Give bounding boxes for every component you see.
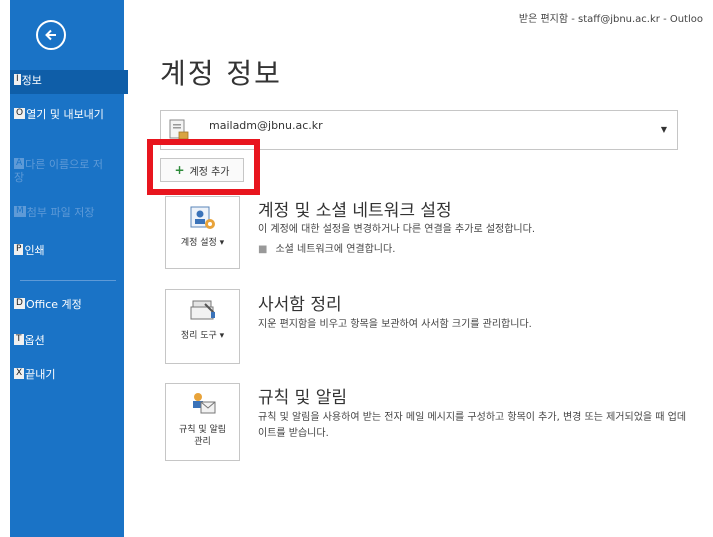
sidebar-item-label: 끝내기 [25,368,56,381]
sidebar-item-label: 첨부 파일 저장 [26,206,95,219]
sidebar-item-office-account[interactable]: D Office 계정 [14,298,110,311]
sidebar-divider [20,280,116,281]
window-title: 받은 편지함 - staff@jbnu.ac.kr - Outloo [518,14,703,25]
rules-alerts-icon [193,393,216,414]
bullet-item: ■ 소셜 네트워크에 연결합니다. [258,240,395,255]
account-icon [169,119,189,140]
sidebar-item-print[interactable]: P 인쇄 [14,244,110,257]
sidebar-item-save-as: A 다른 이름으로 저장 [14,158,110,184]
add-account-button[interactable]: + 계정 추가 [160,158,244,182]
account-settings-icon [190,206,215,229]
access-key: X [14,368,25,379]
access-key: M [14,206,26,217]
access-key: P [14,244,24,255]
section-title: 사서함 정리 [258,295,342,315]
account-settings-tile[interactable]: 계정 설정 ▾ [165,196,240,269]
cleanup-tools-tile[interactable]: 정리 도구 ▾ [165,289,240,364]
account-email: mailadm@jbnu.ac.kr [209,119,323,132]
access-key: D [14,298,25,309]
back-button[interactable] [36,20,66,50]
access-key: T [14,334,24,345]
page-title: 계정 정보 [160,57,282,90]
plus-icon: + [174,163,185,177]
chevron-down-icon: ▼ [660,125,667,134]
sidebar-item-open-export[interactable]: O 열기 및 내보내기 [14,108,110,121]
section-title: 규칙 및 알림 [258,388,348,408]
access-key: O [14,108,26,119]
bullet-link[interactable]: 소셜 네트워크에 연결합니다. [275,244,395,255]
sidebar-item-label: 옵션 [24,334,45,347]
back-arrow-icon [45,29,56,41]
sidebar-item-save-attachments: M 첨부 파일 저장 [14,206,110,219]
sidebar-item-exit[interactable]: X 끝내기 [14,368,110,381]
add-account-label: 계정 추가 [189,166,230,178]
tile-label: 정리 도구 ▾ [180,331,225,341]
bullet-icon: ■ [258,244,268,255]
sidebar-item-options[interactable]: T 옵션 [14,334,110,347]
section-description: 이 계정에 대한 설정을 변경하거나 다른 연결을 추가로 설정합니다. [258,224,536,235]
sidebar-item-label: 인쇄 [24,244,45,257]
sidebar-item-label: 열기 및 내보내기 [26,108,104,121]
sidebar-item-info[interactable]: I 정보 [10,70,128,94]
access-key: I [14,74,21,85]
tile-label: 규칙 및 알림 관리 [178,425,227,447]
access-key: A [14,158,25,169]
sidebar-item-label: Office 계정 [25,298,82,311]
rules-alerts-tile[interactable]: 규칙 및 알림 관리 [165,383,240,461]
tile-label: 계정 설정 ▾ [180,238,225,248]
section-description: 규칙 및 알림을 사용하여 받는 전자 메일 메시지를 구성하고 항목이 추가,… [258,412,687,439]
section-title: 계정 및 소셜 네트워크 설정 [258,201,452,221]
sidebar-item-label: 다른 이름으로 저장 [14,158,104,184]
section-description: 지운 편지함을 비우고 항목을 보관하여 사서함 크기를 관리합니다. [258,319,532,330]
cleanup-tools-icon [190,300,215,320]
sidebar-item-label: 정보 [21,74,42,87]
